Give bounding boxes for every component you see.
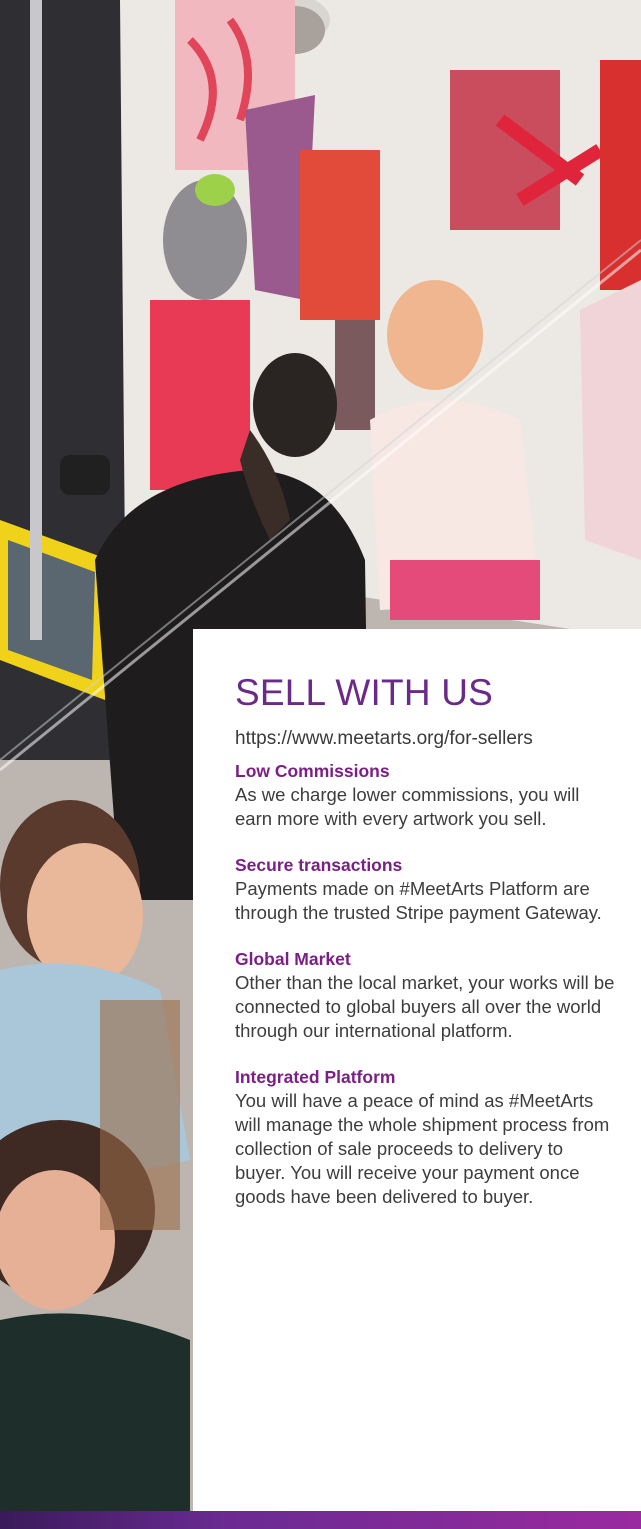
feature-title: Low Commissions	[235, 761, 390, 781]
feature-description: You will have a peace of mind as #MeetAr…	[235, 1090, 610, 1207]
feature-item: Secure transactions Payments made on #Me…	[235, 855, 615, 925]
feature-description: Other than the local market, your works …	[235, 972, 615, 1041]
bottom-accent-bar	[0, 1511, 641, 1529]
feature-item: Low Commissions As we charge lower commi…	[235, 761, 615, 831]
feature-item: Global Market Other than the local marke…	[235, 949, 615, 1043]
sellers-link[interactable]: https://www.meetarts.org/for-sellers	[235, 727, 615, 751]
feature-title: Secure transactions	[235, 855, 403, 875]
panel-title: SELL WITH US	[235, 672, 494, 713]
sell-with-us-panel: SELL WITH US https://www.meetarts.org/fo…	[193, 629, 641, 1511]
feature-title: Global Market	[235, 949, 351, 969]
feature-item: Integrated Platform You will have a peac…	[235, 1067, 615, 1209]
panel-content: SELL WITH US https://www.meetarts.org/fo…	[235, 671, 615, 1233]
feature-title: Integrated Platform	[235, 1067, 396, 1087]
feature-list: Low Commissions As we charge lower commi…	[235, 761, 615, 1209]
feature-description: As we charge lower commissions, you will…	[235, 784, 580, 829]
feature-description: Payments made on #MeetArts Platform are …	[235, 878, 602, 923]
